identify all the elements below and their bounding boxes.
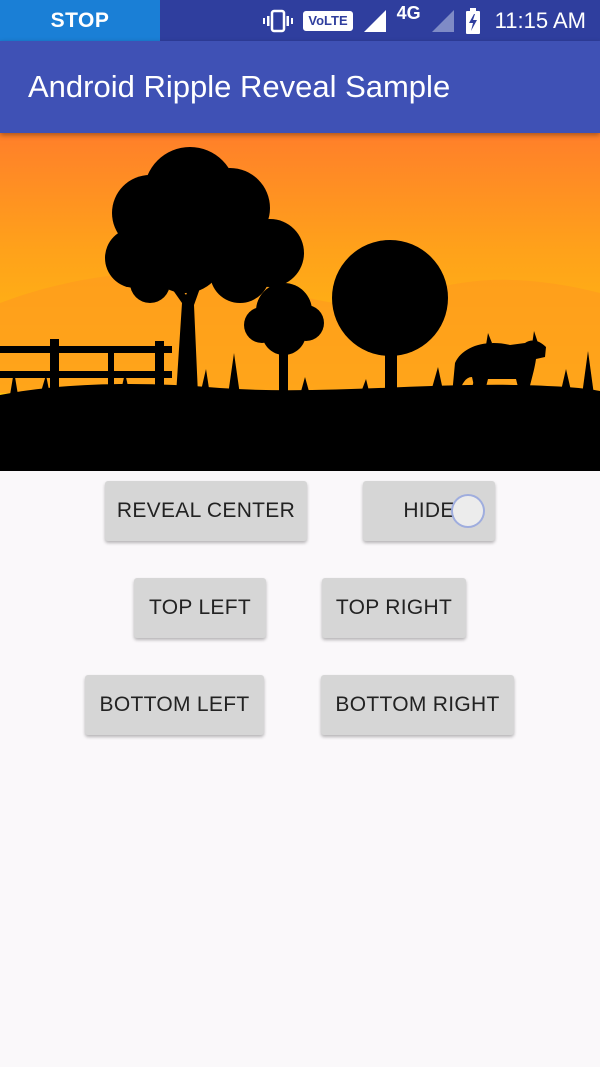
stop-label: STOP [50,8,110,32]
volte-icon: VoLTE [303,10,353,31]
hide-button[interactable]: HIDE [363,481,495,541]
reveal-center-label: REVEAL CENTER [116,499,296,522]
clock: 11:15 AM [494,7,586,33]
hide-label: HIDE [403,499,455,522]
status-bar: STOP VoLTE 4G 11:15 AM [0,0,600,41]
bottom-left-label: BOTTOM LEFT [99,693,250,716]
top-left-label: TOP LEFT [149,596,251,619]
app-bar: Android Ripple Reveal Sample [0,41,600,133]
signal-icon [363,9,387,33]
top-left-button[interactable]: TOP LEFT [134,578,266,638]
top-right-button[interactable]: TOP RIGHT [322,578,466,638]
sunset-landscape-image [0,133,600,471]
reveal-center-button[interactable]: REVEAL CENTER [105,481,307,541]
signal-weak-icon [431,9,455,33]
top-right-label: TOP RIGHT [335,596,453,619]
app-title: Android Ripple Reveal Sample [28,69,451,104]
battery-charging-icon [465,7,481,34]
bottom-right-button[interactable]: BOTTOM RIGHT [321,675,514,735]
stop-button[interactable]: STOP [0,0,160,41]
bottom-left-button[interactable]: BOTTOM LEFT [85,675,264,735]
bottom-right-label: BOTTOM RIGHT [335,693,500,716]
status-icons: VoLTE 4G 11:15 AM [263,0,586,41]
vibrate-icon [263,9,294,33]
network-icon: 4G [396,3,421,23]
